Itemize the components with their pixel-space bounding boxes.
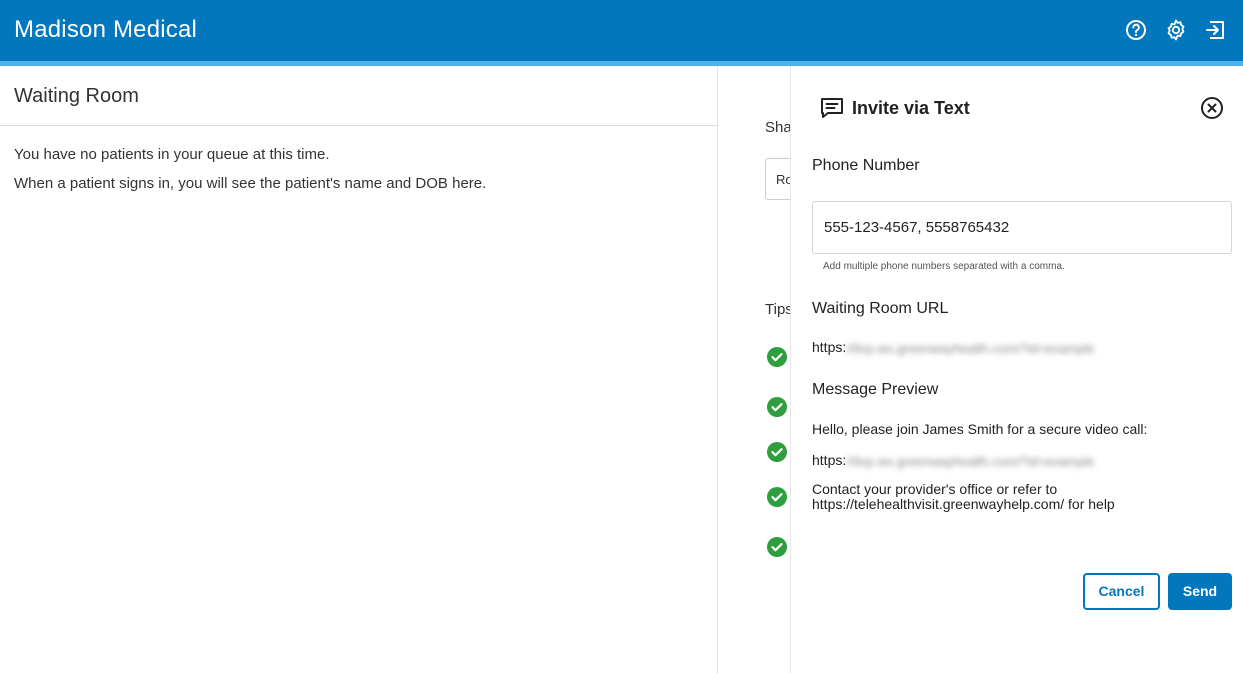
close-circle-icon[interactable] [1200, 96, 1224, 120]
waiting-room-panel: Waiting Room You have no patients in you… [0, 66, 718, 673]
preview-url: https://tlvp.ws.greenwayhealth.com/?id=e… [812, 452, 1094, 469]
preview-url-redacted: //tlvp.ws.greenwayhealth.com/?id=example [846, 453, 1095, 469]
preview-greeting: Hello, please join James Smith for a sec… [812, 421, 1148, 437]
top-app-bar: Madison Medical [0, 0, 1243, 61]
phone-number-hint: Add multiple phone numbers separated wit… [823, 261, 1065, 272]
room-select-value: Ro [776, 172, 790, 187]
page-title: Waiting Room [14, 85, 139, 107]
empty-queue-hint: When a patient signs in, you will see th… [14, 175, 487, 192]
check-circle-icon [767, 442, 787, 462]
preview-help-line-2: https://telehealthvisit.greenwayhelp.com… [812, 496, 1115, 512]
phone-number-label: Phone Number [812, 157, 920, 174]
waiting-room-url: https://tlvp.ws.greenwayhealth.com/?id=e… [812, 339, 1094, 356]
url-prefix: https: [812, 339, 847, 355]
preview-help-line-1: Contact your provider's office or refer … [812, 481, 1058, 497]
check-circle-icon [767, 347, 787, 367]
phone-number-input[interactable] [812, 201, 1232, 254]
waiting-room-url-label: Waiting Room URL [812, 300, 949, 317]
share-label: Sha [765, 119, 790, 136]
room-select[interactable]: Ro [765, 158, 790, 200]
app-title: Madison Medical [14, 16, 198, 43]
gear-icon[interactable] [1164, 18, 1188, 42]
sign-out-icon[interactable] [1204, 18, 1228, 42]
tips-label: Tips [765, 301, 790, 318]
check-circle-icon [767, 487, 787, 507]
panel-title: Invite via Text [852, 98, 970, 118]
empty-queue-message: You have no patients in your queue at th… [14, 146, 330, 163]
share-section-obscured: Sha Ro Tips [718, 66, 790, 673]
cancel-button[interactable]: Cancel [1083, 573, 1160, 610]
divider [0, 125, 718, 126]
invite-via-text-panel: Invite via Text Phone Number Add multipl… [790, 66, 1243, 673]
check-circle-icon [767, 537, 787, 557]
url-redacted: //tlvp.ws.greenwayhealth.com/?id=example [846, 340, 1095, 356]
message-preview-label: Message Preview [812, 381, 939, 398]
message-icon [819, 96, 845, 125]
help-circle-icon[interactable] [1124, 18, 1148, 42]
preview-help-text: Contact your provider's office or refer … [812, 482, 1115, 512]
preview-url-prefix: https: [812, 452, 847, 468]
check-circle-icon [767, 397, 787, 417]
send-button[interactable]: Send [1168, 573, 1232, 610]
